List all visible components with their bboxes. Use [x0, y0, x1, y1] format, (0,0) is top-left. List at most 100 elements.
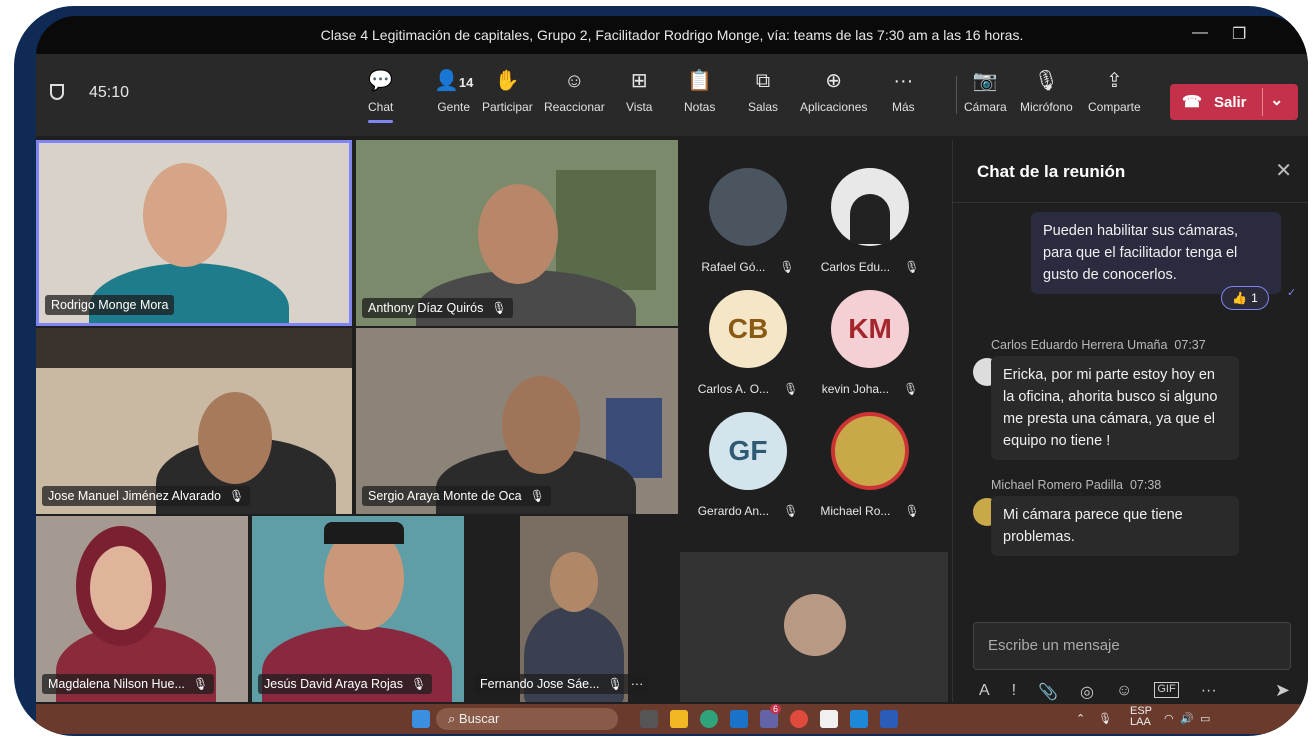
minimize-icon[interactable]: — [1192, 24, 1208, 42]
mic-off-icon: 🎙 [783, 504, 799, 518]
loop-icon[interactable]: ◎ [1080, 682, 1094, 702]
more-button[interactable]: ··· Más [892, 68, 915, 128]
more-icon[interactable]: ··· [631, 677, 644, 691]
avatar [709, 168, 787, 246]
document-icon[interactable] [820, 710, 838, 728]
windows-start-icon[interactable] [412, 710, 430, 728]
participant-head [90, 546, 152, 630]
participant-name: Jesús David Araya Rojas 🎙 [258, 674, 433, 694]
message-meta: Michael Romero Padilla 07:38 [991, 478, 1162, 492]
mic-off-icon: 🎙 [607, 677, 623, 691]
people-button[interactable]: 👤14 Gente [434, 68, 473, 128]
participant-head [143, 163, 227, 267]
roster-person[interactable]: KM kevin Joha... 🎙 [810, 290, 930, 396]
maximize-icon[interactable]: ❐ [1232, 24, 1246, 44]
taskbar-search[interactable]: ⌕ Buscar [436, 708, 618, 730]
avatar: GF [709, 412, 787, 490]
chrome-icon[interactable] [790, 710, 808, 728]
video-tile[interactable]: Magdalena Nilson Hue... 🎙 [36, 516, 248, 702]
share-button[interactable]: ⇪ Comparte [1088, 68, 1141, 128]
volume-icon[interactable]: 🔊 [1180, 712, 1194, 725]
chat-button[interactable]: 💬 Chat [368, 68, 393, 128]
edge-icon[interactable] [700, 710, 718, 728]
task-view-icon[interactable] [640, 710, 658, 728]
notes-button[interactable]: 📋 Notas [684, 68, 715, 128]
participant-head [550, 552, 598, 612]
windows-taskbar: ⌕ Buscar 6 ⌃ 🎙 ESP LAA ◠ 🔊 ▭ [36, 704, 1308, 734]
window-title: Clase 4 Legitimación de capitales, Grupo… [320, 27, 1024, 43]
chevron-up-icon[interactable]: ⌃ [1076, 712, 1085, 725]
video-tile[interactable]: Rodrigo Monge Mora [36, 140, 352, 326]
roster-person[interactable]: GF Gerardo An... 🎙 [688, 412, 808, 518]
participant-name: Sergio Araya Monte de Oca 🎙 [362, 486, 551, 506]
video-tile[interactable]: Sergio Araya Monte de Oca 🎙 [356, 328, 678, 514]
meeting-toolbar: 45:10 💬 Chat 👤14 Gente ✋ Participar ☺ Re… [36, 54, 1308, 136]
video-tile[interactable]: Fernando Jose Sáe... 🎙 ··· [468, 516, 678, 702]
reaction-badge[interactable]: 👍 1 [1221, 286, 1269, 310]
share-icon: ⇪ [1105, 70, 1123, 92]
meeting-timer: 45:10 [89, 84, 130, 101]
rooms-button[interactable]: ⧉ Salas [748, 68, 778, 128]
mic-off-icon: 🎙 [491, 301, 507, 315]
emoji-icon[interactable]: ☺ [1116, 682, 1132, 702]
apps-button[interactable]: ⊕ Aplicaciones [800, 68, 867, 128]
close-icon[interactable]: ✕ [1275, 158, 1292, 183]
more-icon: ··· [893, 70, 914, 92]
roster-person[interactable]: Michael Ro... 🎙 [810, 412, 930, 518]
participant-cap [324, 522, 404, 544]
avatar [831, 168, 909, 246]
language-indicator[interactable]: ESP LAA [1130, 706, 1152, 728]
wifi-icon[interactable]: ◠ [1164, 712, 1174, 725]
mic-off-icon: 🎙 [904, 504, 920, 518]
mic-off-icon[interactable]: 🎙 [1098, 712, 1112, 725]
outlook-icon[interactable] [730, 710, 748, 728]
mic-off-icon: 🎙 [779, 260, 795, 274]
participant-name: Jose Manuel Jiménez Alvarado 🎙 [42, 486, 251, 506]
self-view[interactable] [680, 552, 948, 702]
apps-plus-icon: ⊕ [825, 70, 843, 92]
important-icon[interactable]: ! [1012, 682, 1016, 702]
message-input[interactable]: Escribe un mensaje [973, 622, 1291, 670]
screenshot-frame: Clase 4 Legitimación de capitales, Grupo… [14, 6, 1308, 736]
more-icon[interactable]: ··· [1201, 682, 1217, 702]
participant-head [478, 184, 558, 284]
gif-icon[interactable]: GIF [1154, 682, 1179, 698]
video-tile[interactable]: Anthony Díaz Quirós 🎙 [356, 140, 678, 326]
thumbs-up-icon: 👍 [1232, 291, 1248, 305]
roster-person[interactable]: Rafael Gó... 🎙 [688, 168, 808, 274]
participant-name: Fernando Jose Sáe... 🎙 ··· [474, 674, 650, 694]
react-button[interactable]: ☺ Reaccionar [544, 68, 605, 128]
search-icon: ⌕ [448, 711, 456, 726]
participant-name: Magdalena Nilson Hue... 🎙 [42, 674, 215, 694]
video-tile[interactable]: Jesús David Araya Rojas 🎙 [252, 516, 464, 702]
roster-person[interactable]: CB Carlos A. O... 🎙 [688, 290, 808, 396]
app-icon[interactable] [850, 710, 868, 728]
chat-message: Ericka, por mi parte estoy hoy en la ofi… [991, 356, 1239, 460]
teams-icon[interactable]: 6 [760, 704, 782, 728]
toolbar-separator [956, 76, 957, 114]
word-icon[interactable] [880, 710, 898, 728]
participants-gallery: Rafael Gó... 🎙 Carlos Edu... 🎙 CB Carlos A… [680, 140, 948, 550]
battery-icon[interactable]: ▭ [1200, 712, 1210, 725]
chevron-down-icon[interactable]: ⌄ [1270, 90, 1283, 110]
camera-off-icon: 📷 [972, 70, 998, 92]
view-button[interactable]: ⊞ Vista [626, 68, 652, 128]
file-explorer-icon[interactable] [670, 710, 688, 728]
teams-badge: 6 [770, 704, 782, 714]
format-icon[interactable]: A [979, 682, 990, 702]
shield-icon [50, 84, 64, 100]
raise-hand-button[interactable]: ✋ Participar [482, 68, 533, 128]
leave-button[interactable]: ☎ Salir ⌄ [1170, 84, 1298, 120]
participant-name: Rodrigo Monge Mora [45, 295, 175, 315]
camera-button[interactable]: 📷 Cámara [964, 68, 1007, 128]
send-icon[interactable]: ➤ [1275, 680, 1290, 701]
compose-toolbar: A ! 📎 ◎ ☺ GIF ··· [979, 682, 1289, 702]
roster-person[interactable]: Carlos Edu... 🎙 [810, 168, 930, 274]
attach-icon[interactable]: 📎 [1038, 682, 1058, 702]
video-tile[interactable]: Jose Manuel Jiménez Alvarado 🎙 [36, 328, 352, 514]
mic-button[interactable]: 🎙 Micrófono [1020, 68, 1073, 128]
chat-message: Mi cámara parece que tiene problemas. [991, 496, 1239, 556]
rooms-icon: ⧉ [755, 70, 771, 92]
chat-title: Chat de la reunión [977, 162, 1126, 181]
people-count: 14 [458, 75, 474, 90]
